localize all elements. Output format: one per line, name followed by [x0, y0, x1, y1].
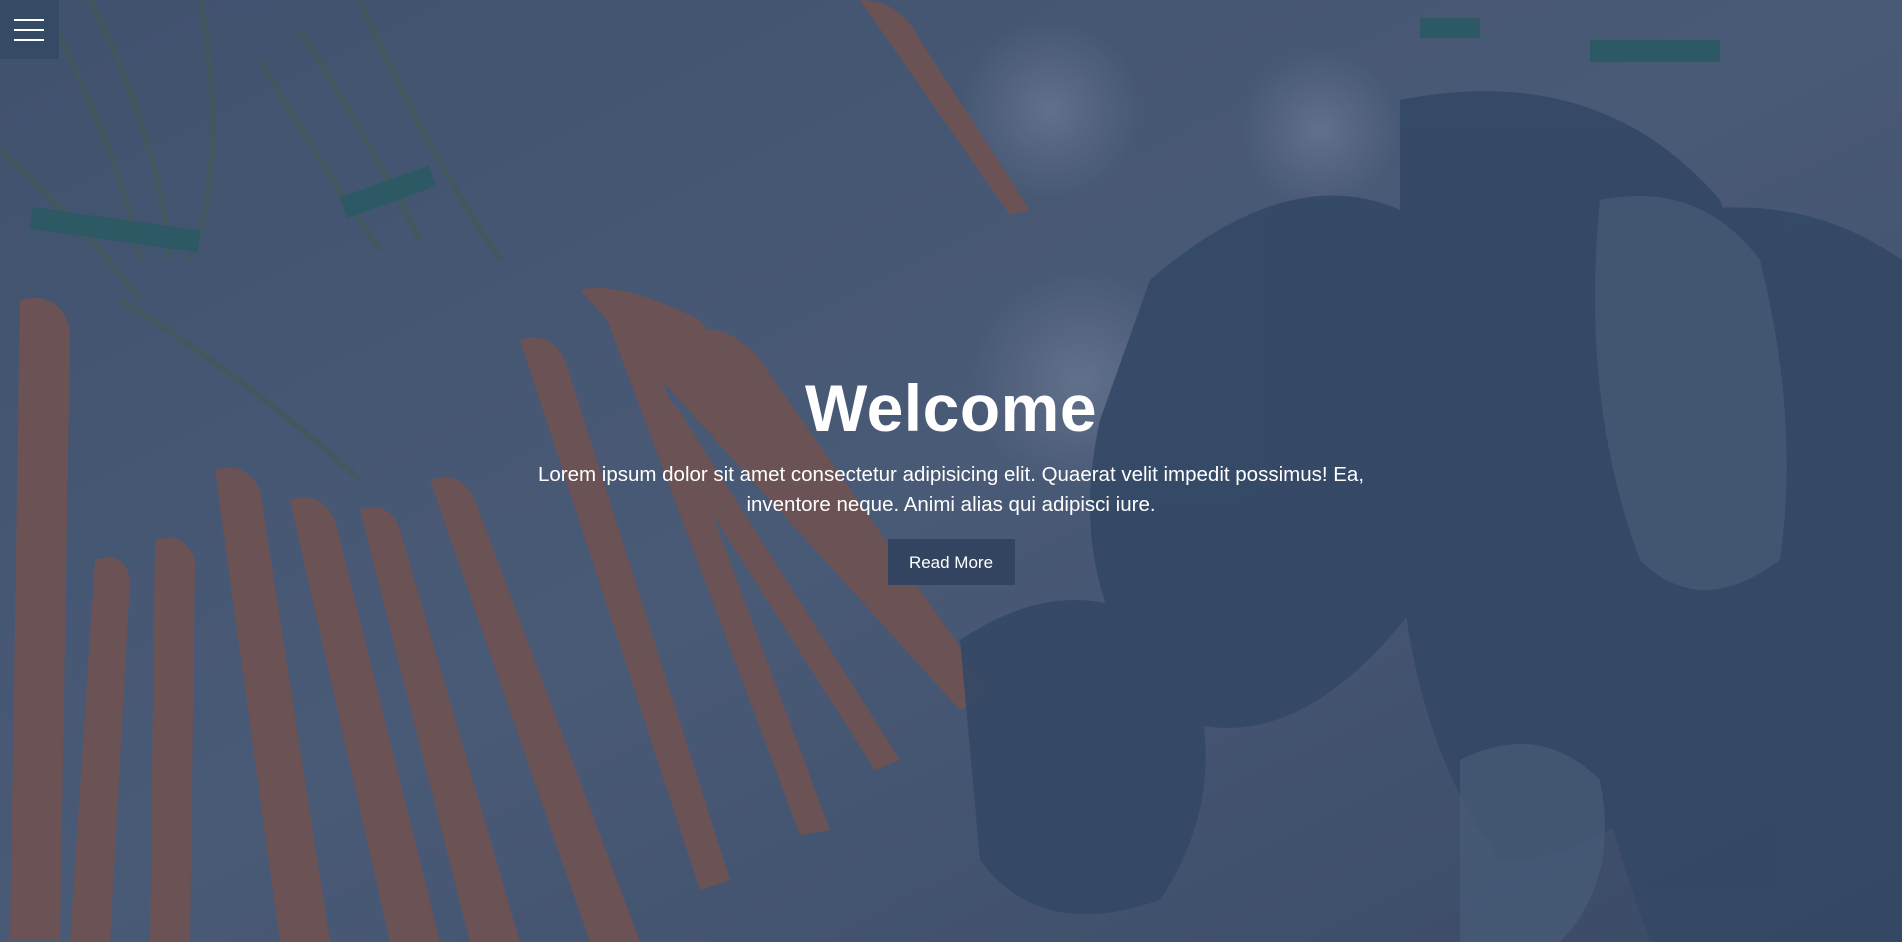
- hero-description: Lorem ipsum dolor sit amet consectetur a…: [537, 463, 1365, 516]
- hamburger-menu-icon-bar: [14, 29, 44, 31]
- read-more-button[interactable]: Read More: [887, 539, 1015, 585]
- hamburger-menu-icon-bar: [14, 39, 44, 41]
- hamburger-menu-icon: [14, 19, 44, 21]
- hero-section: Welcome Lorem ipsum dolor sit amet conse…: [0, 0, 1902, 942]
- hero-content: Welcome Lorem ipsum dolor sit amet conse…: [0, 366, 1902, 585]
- hamburger-menu-button[interactable]: [0, 0, 59, 59]
- hero-title: Welcome: [804, 371, 1098, 445]
